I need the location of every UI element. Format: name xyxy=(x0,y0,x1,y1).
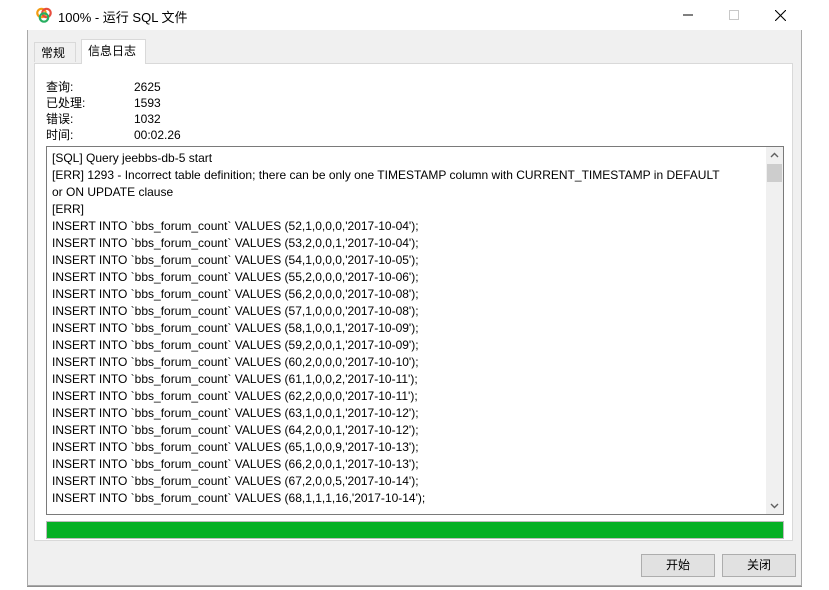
minimize-button[interactable] xyxy=(665,0,711,30)
log-line: INSERT INTO `bbs_forum_count` VALUES (63… xyxy=(52,406,419,420)
start-button[interactable]: 开始 xyxy=(641,554,715,577)
tab-info-log[interactable]: 信息日志 xyxy=(81,39,146,64)
maximize-icon xyxy=(729,10,739,20)
log-line: INSERT INTO `bbs_forum_count` VALUES (52… xyxy=(52,219,419,233)
scroll-thumb[interactable] xyxy=(767,164,782,182)
log-line: INSERT INTO `bbs_forum_count` VALUES (66… xyxy=(52,457,419,471)
log-scrollbar[interactable] xyxy=(766,147,783,514)
scroll-up-button[interactable] xyxy=(766,147,783,164)
log-line: INSERT INTO `bbs_forum_count` VALUES (53… xyxy=(52,236,419,250)
log-line: INSERT INTO `bbs_forum_count` VALUES (62… xyxy=(52,389,418,403)
progress-fill xyxy=(47,522,783,538)
window-title: 100% - 运行 SQL 文件 xyxy=(58,10,188,25)
stat-errors-value: 1032 xyxy=(134,112,161,126)
progress-bar xyxy=(46,521,784,539)
stat-query-label: 查询: xyxy=(46,80,74,94)
log-line: INSERT INTO `bbs_forum_count` VALUES (61… xyxy=(52,372,418,386)
minimize-icon xyxy=(683,14,693,16)
close-window-button[interactable] xyxy=(757,0,803,30)
chevron-up-icon xyxy=(770,152,779,158)
tab-general[interactable]: 常规 xyxy=(34,42,76,62)
log-line: INSERT INTO `bbs_forum_count` VALUES (68… xyxy=(52,491,426,505)
stat-query-value: 2625 xyxy=(134,80,161,94)
log-line: INSERT INTO `bbs_forum_count` VALUES (60… xyxy=(52,355,419,369)
log-line: INSERT INTO `bbs_forum_count` VALUES (54… xyxy=(52,253,419,267)
log-line: INSERT INTO `bbs_forum_count` VALUES (64… xyxy=(52,423,419,437)
log-line: INSERT INTO `bbs_forum_count` VALUES (65… xyxy=(52,440,419,454)
maximize-button[interactable] xyxy=(711,0,757,30)
scroll-down-button[interactable] xyxy=(766,497,783,514)
log-textarea[interactable]: [SQL] Query jeebbs-db-5 start [ERR] 1293… xyxy=(46,146,784,515)
log-line: INSERT INTO `bbs_forum_count` VALUES (56… xyxy=(52,287,419,301)
log-lines: [SQL] Query jeebbs-db-5 start [ERR] 1293… xyxy=(52,150,764,507)
log-line: INSERT INTO `bbs_forum_count` VALUES (67… xyxy=(52,474,419,488)
navicat-icon xyxy=(36,7,52,23)
log-line: [ERR] 1293 - Incorrect table definition;… xyxy=(52,168,720,182)
log-line: [SQL] Query jeebbs-db-5 start xyxy=(52,151,213,165)
log-line: INSERT INTO `bbs_forum_count` VALUES (58… xyxy=(52,321,419,335)
close-icon xyxy=(775,10,786,21)
stat-processed-label: 已处理: xyxy=(46,96,86,110)
log-line: INSERT INTO `bbs_forum_count` VALUES (57… xyxy=(52,304,419,318)
chevron-down-icon xyxy=(770,503,779,509)
stat-time-label: 时间: xyxy=(46,128,74,142)
log-line: INSERT INTO `bbs_forum_count` VALUES (59… xyxy=(52,338,419,352)
stat-errors-label: 错误: xyxy=(46,112,74,126)
stat-time-value: 00:02.26 xyxy=(134,128,181,142)
title-bar[interactable]: 100% - 运行 SQL 文件 xyxy=(27,0,802,30)
log-line: or ON UPDATE clause xyxy=(52,185,174,199)
close-button[interactable]: 关闭 xyxy=(722,554,796,577)
log-line: INSERT INTO `bbs_forum_count` VALUES (55… xyxy=(52,270,419,284)
stat-processed-value: 1593 xyxy=(134,96,161,110)
log-line: [ERR] xyxy=(52,202,85,216)
